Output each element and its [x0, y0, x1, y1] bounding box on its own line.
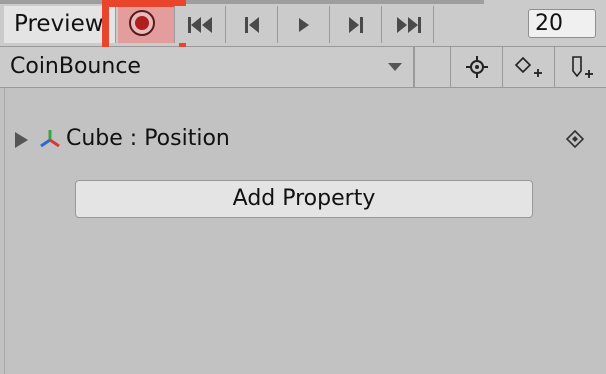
- record-icon: [129, 10, 155, 36]
- next-keyframe-button[interactable]: [329, 6, 381, 43]
- add-event-icon: [571, 56, 593, 78]
- toolbar-spacer: [433, 6, 523, 43]
- add-keyframe-button[interactable]: [502, 47, 554, 87]
- add-keyframe-icon: [514, 56, 542, 77]
- skip-to-end-icon: [396, 16, 421, 33]
- last-keyframe-button[interactable]: [381, 6, 433, 43]
- clip-dropdown[interactable]: CoinBounce: [0, 47, 414, 87]
- keyframe-diamond-icon[interactable]: [566, 130, 584, 148]
- clip-name: CoinBounce: [10, 54, 141, 79]
- play-icon: [298, 17, 309, 32]
- record-button[interactable]: [118, 6, 174, 43]
- skip-to-start-icon: [187, 16, 212, 33]
- property-label: Cube : Position: [66, 126, 230, 151]
- animation-toolbar: Preview 20: [0, 0, 606, 62]
- chevron-down-icon: [388, 63, 402, 71]
- frame-number-field[interactable]: 20: [528, 9, 596, 38]
- step-back-icon: [244, 16, 259, 33]
- first-keyframe-button[interactable]: [174, 6, 226, 43]
- add-property-label: Add Property: [232, 186, 376, 211]
- add-property-button[interactable]: Add Property: [75, 180, 533, 218]
- crosshair-icon: [465, 56, 488, 78]
- step-forward-icon: [348, 16, 363, 33]
- property-list-panel: Cube : Position Add Property: [4, 88, 606, 374]
- previous-keyframe-button[interactable]: [225, 6, 277, 43]
- property-row[interactable]: Cube : Position: [5, 124, 606, 154]
- play-button[interactable]: [277, 6, 329, 43]
- preview-label: Preview: [14, 11, 104, 37]
- clip-bar-divider-cell: [414, 47, 450, 87]
- transform-axis-icon: [40, 130, 60, 148]
- filter-by-selection-button[interactable]: [450, 47, 502, 87]
- animation-window: Preview 20 CoinBounce Cube: Position Ad…: [0, 0, 606, 374]
- frame-number-value: 20: [535, 11, 563, 36]
- preview-toggle-button[interactable]: Preview: [4, 6, 116, 43]
- toolbar-top-edge: [0, 0, 484, 4]
- clip-bar: CoinBounce: [0, 47, 606, 88]
- expand-arrow-icon[interactable]: [15, 132, 28, 148]
- add-event-button[interactable]: [554, 47, 606, 87]
